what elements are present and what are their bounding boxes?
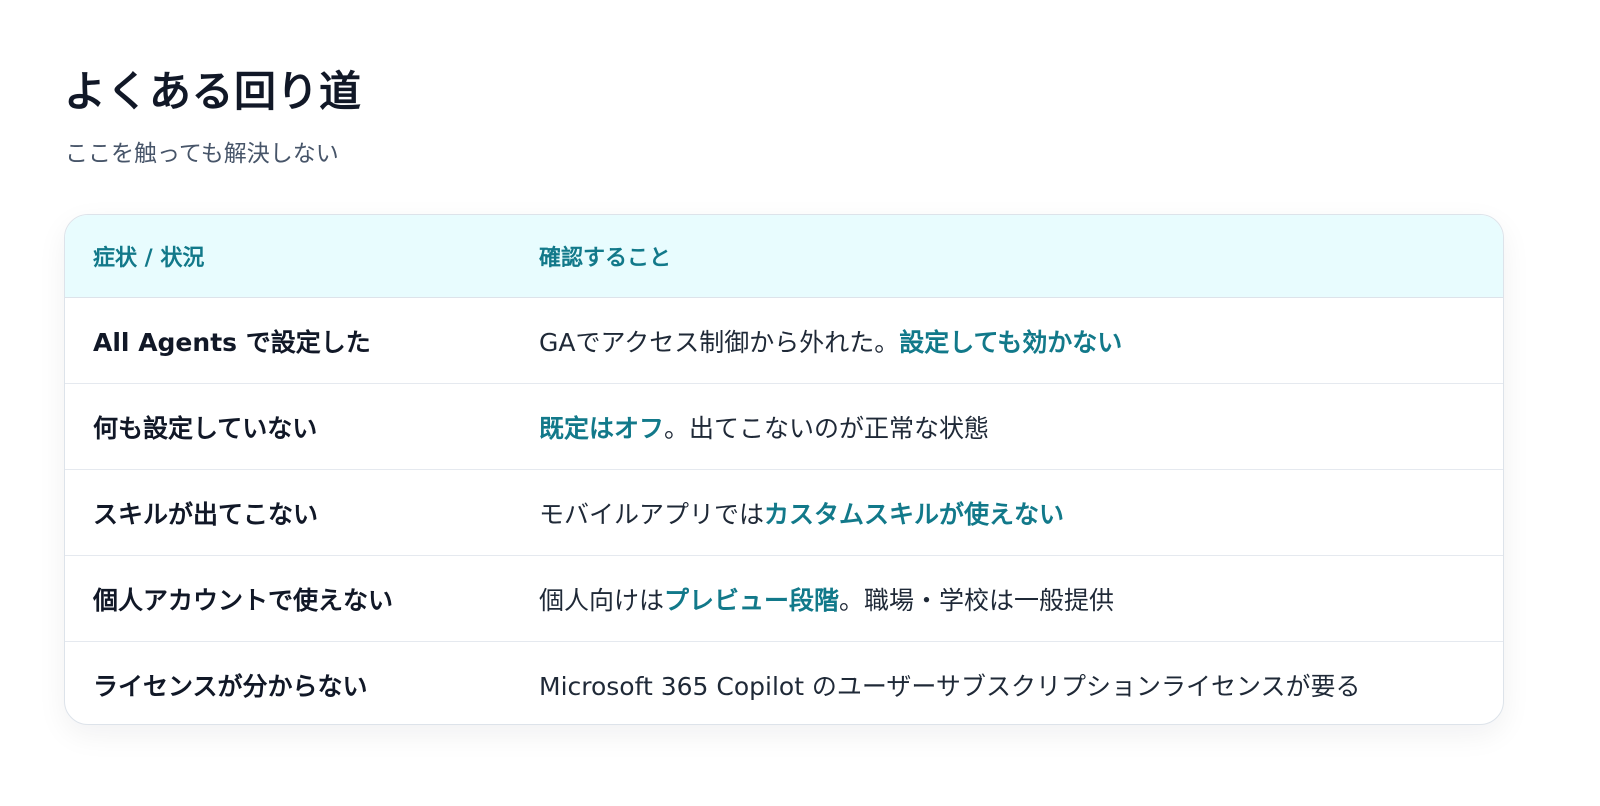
troubleshooting-table: 症状 / 状況 確認すること All Agents で設定した GAでアクセス制… — [64, 214, 1504, 725]
column-header-symptom: 症状 / 状況 — [93, 246, 205, 271]
check-highlight: カスタムスキルが使えない — [764, 499, 1065, 529]
table-header: 症状 / 状況 確認すること — [65, 215, 1503, 298]
page-subtitle: ここを触っても解決しない — [65, 141, 339, 167]
symptom-cell: 個人アカウントで使えない — [93, 585, 394, 615]
check-highlight: 既定はオフ — [539, 413, 665, 443]
table-row: 個人アカウントで使えない 個人向けはプレビュー段階。職場・学校は一般提供 — [65, 556, 1503, 642]
check-cell: GAでアクセス制御から外れた。設定しても効かない — [539, 323, 1503, 359]
check-text-before: GAでアクセス制御から外れた。 — [539, 327, 900, 357]
check-highlight: 設定しても効かない — [899, 327, 1123, 357]
check-cell: Microsoft 365 Copilot のユーザーサブスクリプションライセン… — [539, 667, 1503, 703]
page-title: よくある回り道 — [64, 67, 362, 116]
column-header-check: 確認すること — [539, 246, 672, 271]
table-row: スキルが出てこない モバイルアプリではカスタムスキルが使えない — [65, 470, 1503, 556]
table-row: 何も設定していない 既定はオフ。出てこないのが正常な状態 — [65, 384, 1503, 470]
check-cell: 個人向けはプレビュー段階。職場・学校は一般提供 — [539, 581, 1503, 617]
table-row: All Agents で設定した GAでアクセス制御から外れた。設定しても効かな… — [65, 298, 1503, 384]
symptom-cell: 何も設定していない — [93, 413, 318, 443]
check-text-before: Microsoft 365 Copilot のユーザーサブスクリプションライセン… — [539, 672, 1361, 701]
check-text-before: 個人向けは — [539, 585, 665, 615]
check-cell: モバイルアプリではカスタムスキルが使えない — [539, 495, 1503, 531]
symptom-cell: ライセンスが分からない — [93, 672, 368, 701]
check-text-after: 。職場・学校は一般提供 — [839, 585, 1115, 615]
check-highlight: プレビュー段階 — [664, 585, 840, 615]
check-text-after: 。出てこないのが正常な状態 — [664, 413, 990, 443]
check-cell: 既定はオフ。出てこないのが正常な状態 — [539, 409, 1503, 445]
symptom-cell: All Agents で設定した — [93, 327, 371, 357]
check-text-before: モバイルアプリでは — [539, 499, 765, 529]
symptom-cell: スキルが出てこない — [93, 499, 319, 529]
table-row: ライセンスが分からない Microsoft 365 Copilot のユーザーサ… — [65, 642, 1503, 724]
